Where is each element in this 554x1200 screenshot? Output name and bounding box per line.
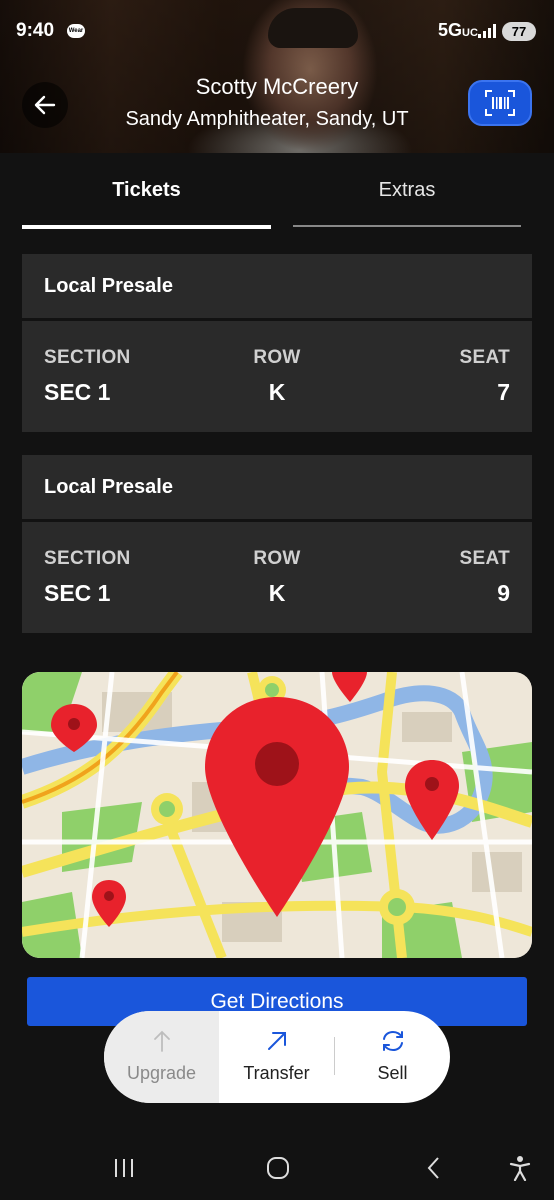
ticket-card[interactable]: Local Presale SECTION ROW SEAT SEC 1 K 7 — [22, 254, 532, 432]
battery-indicator: 77 — [502, 22, 536, 41]
ticket-details: SECTION ROW SEAT SEC 1 K 9 — [22, 522, 532, 633]
sell-button[interactable]: Sell — [335, 1011, 450, 1103]
transfer-button[interactable]: Transfer — [219, 1011, 334, 1103]
back-nav-button[interactable] — [418, 1152, 450, 1184]
network-subtype: UC — [462, 27, 478, 39]
network-type: 5G — [438, 20, 463, 40]
chevron-left-icon — [427, 1157, 439, 1179]
signal-icon — [478, 24, 496, 38]
ticket-tabs: Tickets Extras — [22, 153, 532, 229]
seat-value: 9 — [497, 580, 510, 606]
seat-value: 7 — [497, 379, 510, 405]
sell-label: Sell — [377, 1063, 408, 1083]
upgrade-button[interactable]: Upgrade — [104, 1011, 219, 1103]
seat-label: SEAT — [459, 548, 510, 569]
row-label: ROW — [253, 347, 301, 368]
map-illustration — [22, 672, 532, 958]
ticket-details: SECTION ROW SEAT SEC 1 K 7 — [22, 321, 532, 432]
venue-map[interactable] — [22, 672, 532, 958]
upgrade-label: Upgrade — [126, 1063, 197, 1083]
venue-subtitle: Sandy Amphitheater, Sandy, UT — [125, 108, 409, 130]
tab-extras[interactable]: Extras — [293, 153, 521, 227]
status-time: 9:40 — [16, 20, 55, 41]
row-label: ROW — [253, 548, 301, 569]
accessibility-button[interactable] — [504, 1152, 536, 1184]
home-icon — [267, 1157, 289, 1179]
ticket-actions: Upgrade Transfer Sell — [104, 1011, 450, 1103]
network-indicator: 5GUC — [438, 20, 478, 41]
ticket-type: Local Presale — [22, 254, 532, 318]
scan-ticket-button[interactable] — [468, 80, 532, 126]
refresh-icon — [382, 1030, 403, 1052]
seat-label: SEAT — [459, 347, 510, 368]
status-bar: 9:40 Wear 5GUC 77 — [0, 0, 554, 60]
wear-badge: Wear — [67, 24, 85, 38]
row-value: K — [268, 580, 286, 606]
accessibility-icon — [509, 1156, 531, 1181]
barcode-icon — [485, 90, 515, 116]
row-value: K — [268, 379, 286, 405]
recent-apps-icon — [115, 1159, 133, 1177]
home-button[interactable] — [262, 1152, 294, 1184]
arrow-up-icon — [153, 1030, 170, 1052]
system-nav-bar — [0, 1136, 554, 1200]
ticket-type: Local Presale — [22, 455, 532, 519]
recent-apps-button[interactable] — [108, 1152, 140, 1184]
ticket-card[interactable]: Local Presale SECTION ROW SEAT SEC 1 K 9 — [22, 455, 532, 633]
tab-tickets[interactable]: Tickets — [22, 153, 271, 229]
arrow-up-right-icon — [267, 1032, 286, 1050]
transfer-label: Transfer — [243, 1063, 310, 1083]
